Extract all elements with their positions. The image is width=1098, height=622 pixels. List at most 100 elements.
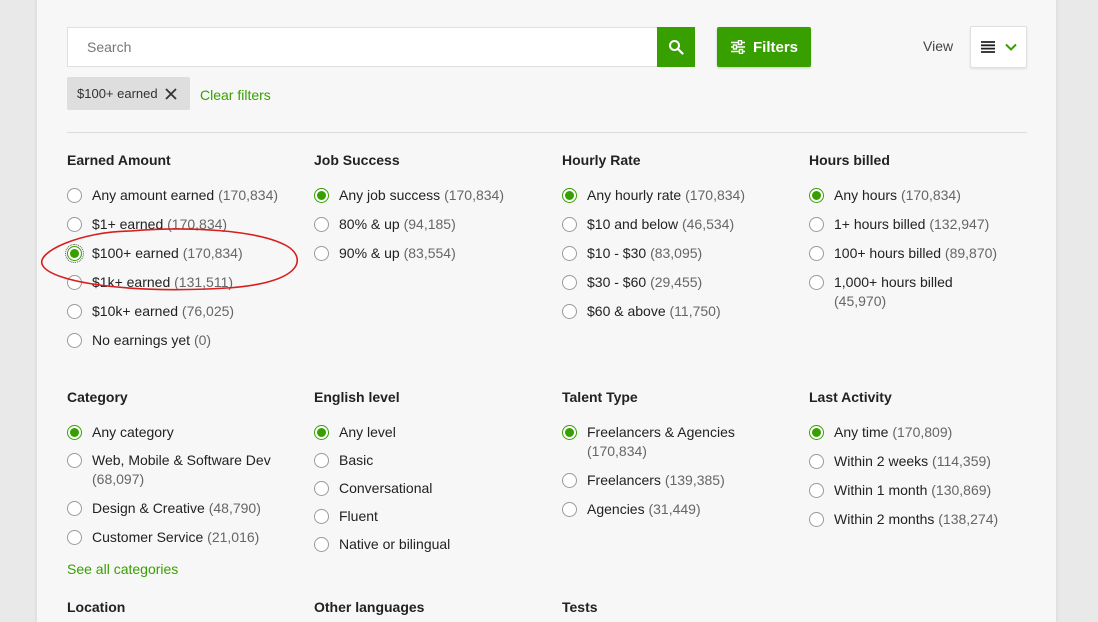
- filters-button[interactable]: Filters: [717, 27, 811, 67]
- radio-unchecked-icon[interactable]: [314, 217, 329, 232]
- radio-unchecked-icon[interactable]: [562, 502, 577, 517]
- filter-option[interactable]: Customer Service (21,016): [67, 528, 307, 547]
- filter-option-label: Any hours: [834, 187, 898, 203]
- radio-unchecked-icon[interactable]: [67, 275, 82, 290]
- filter-option-count: (89,870): [944, 245, 998, 261]
- search-input[interactable]: [68, 28, 628, 66]
- filter-option[interactable]: 1,000+ hours billed (45,970): [809, 273, 1009, 311]
- filter-option[interactable]: $10k+ earned (76,025): [67, 302, 307, 321]
- filter-option[interactable]: Conversational: [314, 479, 554, 498]
- filter-option-label: 100+ hours billed: [834, 245, 942, 261]
- filter-option-label: Any category: [92, 424, 174, 440]
- filter-group-title: Category: [67, 389, 128, 405]
- filter-option[interactable]: $10 and below (46,534): [562, 215, 802, 234]
- radio-checked-icon[interactable]: [314, 425, 329, 440]
- location-section-title: Location: [67, 599, 126, 615]
- filter-option[interactable]: Any amount earned (170,834): [67, 186, 307, 205]
- radio-unchecked-icon[interactable]: [67, 217, 82, 232]
- filter-option[interactable]: Web, Mobile & Software Dev (68,097): [67, 451, 297, 489]
- radio-unchecked-icon[interactable]: [562, 473, 577, 488]
- radio-unchecked-icon[interactable]: [809, 512, 824, 527]
- radio-unchecked-icon[interactable]: [314, 453, 329, 468]
- radio-checked-icon[interactable]: [314, 188, 329, 203]
- filter-option[interactable]: $60 & above (11,750): [562, 302, 802, 321]
- filter-option[interactable]: Any hours (170,834): [809, 186, 1049, 205]
- filters-panel: Filters View $100+ earned Clear filters …: [36, 0, 1057, 622]
- filter-option-label: $1+ earned: [92, 216, 164, 232]
- filter-option[interactable]: 100+ hours billed (89,870): [809, 244, 1049, 263]
- filter-option[interactable]: 1+ hours billed (132,947): [809, 215, 1049, 234]
- radio-unchecked-icon[interactable]: [562, 217, 577, 232]
- filter-option[interactable]: Any hourly rate (170,834): [562, 186, 802, 205]
- radio-checked-icon[interactable]: [562, 425, 577, 440]
- radio-unchecked-icon[interactable]: [562, 246, 577, 261]
- filter-option[interactable]: $100+ earned (170,834): [65, 244, 307, 263]
- filter-option[interactable]: Basic: [314, 451, 554, 470]
- filter-option[interactable]: Native or bilingual: [314, 535, 554, 554]
- radio-unchecked-icon[interactable]: [562, 304, 577, 319]
- filter-option-label: 80% & up: [339, 216, 400, 232]
- filter-option-label: Customer Service: [92, 529, 204, 545]
- filter-option-count: (48,790): [208, 500, 261, 516]
- filter-option[interactable]: Freelancers & Agencies (170,834): [562, 423, 792, 461]
- radio-unchecked-icon[interactable]: [314, 537, 329, 552]
- filter-option-count: (29,455): [650, 274, 703, 290]
- radio-unchecked-icon[interactable]: [809, 217, 824, 232]
- radio-unchecked-icon[interactable]: [67, 304, 82, 319]
- filter-option-label: 1,000+ hours billed: [834, 274, 953, 290]
- filter-option-label: Within 2 months: [834, 511, 935, 527]
- filter-option[interactable]: Agencies (31,449): [562, 500, 802, 519]
- filter-option[interactable]: Any job success (170,834): [314, 186, 554, 205]
- filter-option[interactable]: $1+ earned (170,834): [67, 215, 307, 234]
- radio-unchecked-icon[interactable]: [809, 275, 824, 290]
- radio-checked-icon[interactable]: [809, 188, 824, 203]
- filter-option[interactable]: 80% & up (94,185): [314, 215, 554, 234]
- filter-group-talent-type: Talent Type Freelancers & Agencies (170,8…: [562, 389, 802, 517]
- filter-group-title: Last Activity: [809, 389, 892, 405]
- radio-checked-icon[interactable]: [562, 188, 577, 203]
- radio-checked-icon[interactable]: [67, 425, 82, 440]
- radio-unchecked-icon[interactable]: [67, 333, 82, 348]
- radio-unchecked-icon[interactable]: [314, 509, 329, 524]
- filter-option-count: (170,834): [182, 245, 243, 261]
- filter-option[interactable]: 90% & up (83,554): [314, 244, 554, 263]
- filter-option[interactable]: Any time (170,809): [809, 423, 1049, 442]
- radio-unchecked-icon[interactable]: [562, 275, 577, 290]
- filter-option[interactable]: Within 2 months (138,274): [809, 510, 1049, 529]
- filter-option-label: Freelancers & Agencies: [587, 424, 735, 440]
- radio-unchecked-icon[interactable]: [67, 530, 82, 545]
- sliders-icon: [730, 40, 745, 54]
- filter-option[interactable]: Any level: [314, 423, 554, 442]
- filter-option-label: Any job success: [339, 187, 441, 203]
- clear-filters-link[interactable]: Clear filters: [200, 87, 271, 103]
- see-all-categories-link[interactable]: See all categories: [67, 561, 178, 577]
- radio-unchecked-icon[interactable]: [67, 453, 82, 468]
- filter-option-count: (170,834): [444, 187, 504, 203]
- radio-unchecked-icon[interactable]: [809, 483, 824, 498]
- radio-unchecked-icon[interactable]: [314, 481, 329, 496]
- radio-unchecked-icon[interactable]: [67, 501, 82, 516]
- filter-option[interactable]: $1k+ earned (131,511): [67, 273, 307, 292]
- filter-option-count: (11,750): [669, 303, 721, 319]
- filter-group-hourly-rate: Hourly Rate Any hourly rate (170,834) $10 …: [562, 152, 802, 319]
- filter-option[interactable]: Any category: [67, 423, 307, 442]
- radio-unchecked-icon[interactable]: [809, 454, 824, 469]
- filter-option-label: $1k+ earned: [92, 274, 171, 290]
- view-toggle-button[interactable]: [970, 26, 1027, 68]
- filter-option[interactable]: No earnings yet (0): [67, 331, 307, 350]
- filters-button-label: Filters: [752, 38, 798, 56]
- filter-option[interactable]: Design & Creative (48,790): [67, 499, 307, 518]
- filter-option[interactable]: Fluent: [314, 507, 554, 526]
- filter-option[interactable]: Within 1 month (130,869): [809, 481, 1049, 500]
- filter-option[interactable]: $10 - $30 (83,095): [562, 244, 802, 263]
- radio-unchecked-icon[interactable]: [67, 188, 82, 203]
- filter-option[interactable]: Within 2 weeks (114,359): [809, 452, 1049, 471]
- close-icon[interactable]: [164, 87, 178, 101]
- radio-unchecked-icon[interactable]: [314, 246, 329, 261]
- search-button[interactable]: [657, 27, 695, 67]
- radio-checked-icon[interactable]: [65, 244, 84, 263]
- filter-option[interactable]: $30 - $60 (29,455): [562, 273, 802, 292]
- filter-option[interactable]: Freelancers (139,385): [562, 471, 802, 490]
- radio-unchecked-icon[interactable]: [809, 246, 824, 261]
- radio-checked-icon[interactable]: [809, 425, 824, 440]
